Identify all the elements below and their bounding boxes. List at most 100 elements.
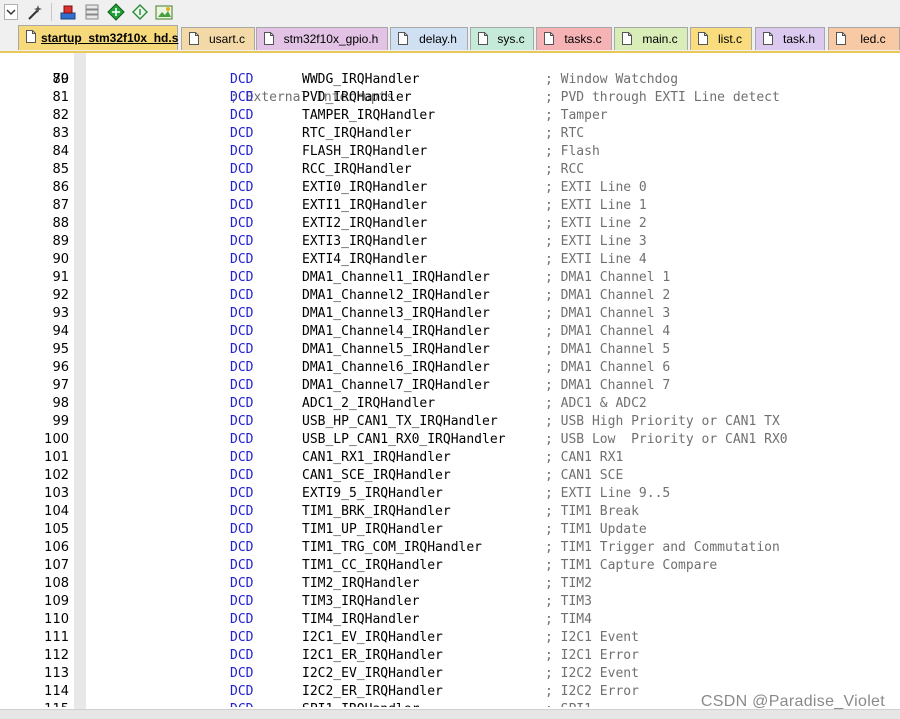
outline-diamond-icon[interactable]	[129, 1, 151, 23]
code-line[interactable]: 82 DCD TAMPER_IRQHandler ; Tamper	[0, 107, 900, 125]
code-line[interactable]: 102 DCD CAN1_SCE_IRQHandler ; CAN1 SCE	[0, 467, 900, 485]
line-number: 91	[52, 270, 69, 285]
code-comment: ; I2C2 Event	[545, 666, 639, 681]
code-keyword: DCD	[230, 252, 254, 267]
code-comment: ; RTC	[545, 126, 585, 141]
code-symbol: DMA1_Channel6_IRQHandler	[302, 360, 490, 375]
code-comment: ; TIM4	[545, 612, 592, 627]
code-symbol: DMA1_Channel2_IRQHandler	[302, 288, 490, 303]
line-number: 83	[52, 126, 69, 141]
code-line[interactable]: 88 DCD EXTI2_IRQHandler ; EXTI Line 2	[0, 215, 900, 233]
document-icon	[189, 32, 199, 45]
dropdown-icon[interactable]	[0, 1, 22, 23]
code-symbol: EXTI0_IRQHandler	[302, 180, 428, 195]
line-number: 90	[52, 252, 69, 267]
code-line[interactable]: 92 DCD DMA1_Channel2_IRQHandler ; DMA1 Chan…	[0, 287, 900, 305]
code-line[interactable]: 104 DCD TIM1_BRK_IRQHandler ; TIM1 Break	[0, 503, 900, 521]
code-symbol: USB_LP_CAN1_RX0_IRQHandler	[302, 432, 506, 447]
code-comment: ; PVD through EXTI Line detect	[545, 90, 780, 105]
image-settings-icon[interactable]	[153, 1, 175, 23]
code-symbol: I2C1_EV_IRQHandler	[302, 630, 443, 645]
code-symbol: DMA1_Channel1_IRQHandler	[302, 270, 490, 285]
code-line[interactable]: 91 DCD DMA1_Channel1_IRQHandler ; DMA1 Chan…	[0, 269, 900, 287]
layers-icon[interactable]	[81, 1, 103, 23]
document-icon	[622, 32, 632, 45]
code-line[interactable]: 93 DCD DMA1_Channel3_IRQHandler ; DMA1 Chan…	[0, 305, 900, 323]
code-symbol: EXTI3_IRQHandler	[302, 234, 428, 249]
line-number: 94	[52, 324, 69, 339]
tab-usart-c[interactable]: usart.c	[181, 27, 255, 50]
tab-task-h[interactable]: task.h	[755, 27, 825, 50]
line-number: 110	[44, 612, 69, 627]
code-line[interactable]: 86 DCD EXTI0_IRQHandler ; EXTI Line 0	[0, 179, 900, 197]
tab-stm32f10x-gpio-h[interactable]: stm32f10x_gpio.h	[256, 27, 388, 50]
code-line[interactable]: 112 DCD I2C1_ER_IRQHandler ; I2C1 Error	[0, 647, 900, 665]
code-line[interactable]: 106 DCD TIM1_TRG_COM_IRQHandler ; TIM1 Trig…	[0, 539, 900, 557]
code-line[interactable]: 113 DCD I2C2_EV_IRQHandler ; I2C2 Event	[0, 665, 900, 683]
code-symbol: EXTI4_IRQHandler	[302, 252, 428, 267]
code-line[interactable]: 109 DCD TIM3_IRQHandler ; TIM3	[0, 593, 900, 611]
horizontal-scrollbar[interactable]	[0, 709, 900, 719]
tab-label: main.c	[642, 32, 678, 46]
code-line[interactable]: 79 ; External Interrupts	[0, 53, 900, 105]
line-number: 93	[52, 306, 69, 321]
tab-sys-c[interactable]: sys.c	[470, 27, 534, 50]
tab-led-c[interactable]: led.c	[828, 27, 900, 50]
line-number: 99	[52, 414, 69, 429]
build-stack-icon[interactable]	[57, 1, 79, 23]
code-line[interactable]: 87 DCD EXTI1_IRQHandler ; EXTI Line 1	[0, 197, 900, 215]
code-line[interactable]: 96 DCD DMA1_Channel6_IRQHandler ; DMA1 Chan…	[0, 359, 900, 377]
tab-list-c[interactable]: list.c	[690, 27, 752, 50]
code-symbol: EXTI2_IRQHandler	[302, 216, 428, 231]
code-line[interactable]: 95 DCD DMA1_Channel5_IRQHandler ; DMA1 Chan…	[0, 341, 900, 359]
code-line[interactable]: 80 DCD WWDG_IRQHandler ; Window Watchdog	[0, 71, 900, 89]
document-icon	[698, 32, 708, 45]
line-number: 105	[44, 522, 69, 537]
code-line[interactable]: 99 DCD USB_HP_CAN1_TX_IRQHandler ; USB High…	[0, 413, 900, 431]
code-keyword: DCD	[230, 630, 254, 645]
code-keyword: DCD	[230, 198, 254, 213]
tab-delay-h[interactable]: delay.h	[390, 27, 468, 50]
tab-tasks-c[interactable]: tasks.c	[536, 27, 612, 50]
code-comment: ; Tamper	[545, 108, 608, 123]
green-diamond-icon[interactable]	[105, 1, 127, 23]
code-line[interactable]: 107 DCD TIM1_CC_IRQHandler ; TIM1 Capture C…	[0, 557, 900, 575]
code-symbol: ADC1_2_IRQHandler	[302, 396, 436, 411]
code-comment: ; CAN1 SCE	[545, 468, 624, 483]
code-keyword: DCD	[230, 90, 254, 105]
code-keyword: DCD	[230, 450, 254, 465]
code-comment: ; DMA1 Channel 3	[545, 306, 671, 321]
code-line[interactable]: 83 DCD RTC_IRQHandler ; RTC	[0, 125, 900, 143]
code-line[interactable]: 108 DCD TIM2_IRQHandler ; TIM2	[0, 575, 900, 593]
code-line[interactable]: 98 DCD ADC1_2_IRQHandler ; ADC1 & ADC2	[0, 395, 900, 413]
tab-label: stm32f10x_gpio.h	[283, 32, 379, 46]
code-line[interactable]: 103 DCD EXTI9_5_IRQHandler ; EXTI Line 9..5	[0, 485, 900, 503]
code-line[interactable]: 100 DCD USB_LP_CAN1_RX0_IRQHandler ; USB Lo…	[0, 431, 900, 449]
tab-main-c[interactable]: main.c	[614, 27, 688, 50]
code-keyword: DCD	[230, 72, 254, 87]
code-keyword: DCD	[230, 108, 254, 123]
code-line[interactable]: 94 DCD DMA1_Channel4_IRQHandler ; DMA1 Chan…	[0, 323, 900, 341]
code-line[interactable]: 111 DCD I2C1_EV_IRQHandler ; I2C1 Event	[0, 629, 900, 647]
code-line[interactable]: 90 DCD EXTI4_IRQHandler ; EXTI Line 4	[0, 251, 900, 269]
code-line[interactable]: 81 DCD PVD_IRQHandler ; PVD through EXTI Li…	[0, 89, 900, 107]
document-icon	[398, 32, 408, 45]
code-line[interactable]: 105 DCD TIM1_UP_IRQHandler ; TIM1 Update	[0, 521, 900, 539]
line-number: 82	[52, 108, 69, 123]
code-line[interactable]: 89 DCD EXTI3_IRQHandler ; EXTI Line 3	[0, 233, 900, 251]
code-line[interactable]: 110 DCD TIM4_IRQHandler ; TIM4	[0, 611, 900, 629]
code-line[interactable]: 97 DCD DMA1_Channel7_IRQHandler ; DMA1 Chan…	[0, 377, 900, 395]
code-line[interactable]: 85 DCD RCC_IRQHandler ; RCC	[0, 161, 900, 179]
code-symbol: TIM1_UP_IRQHandler	[302, 522, 443, 537]
tab-startup-file[interactable]: startup_stm32f10x_hd.s	[18, 25, 178, 50]
line-number: 112	[44, 648, 69, 663]
code-symbol: I2C2_EV_IRQHandler	[302, 666, 443, 681]
code-line[interactable]: 101 DCD CAN1_RX1_IRQHandler ; CAN1 RX1	[0, 449, 900, 467]
line-number: 80	[52, 72, 69, 87]
code-editor[interactable]: 79 ; External Interrupts 80 DCD WWDG_IRQHa…	[0, 53, 900, 719]
tab-label: tasks.c	[564, 32, 602, 46]
code-line[interactable]: 84 DCD FLASH_IRQHandler ; Flash	[0, 143, 900, 161]
code-keyword: DCD	[230, 612, 254, 627]
wand-icon[interactable]	[24, 1, 46, 23]
code-symbol: RCC_IRQHandler	[302, 162, 412, 177]
